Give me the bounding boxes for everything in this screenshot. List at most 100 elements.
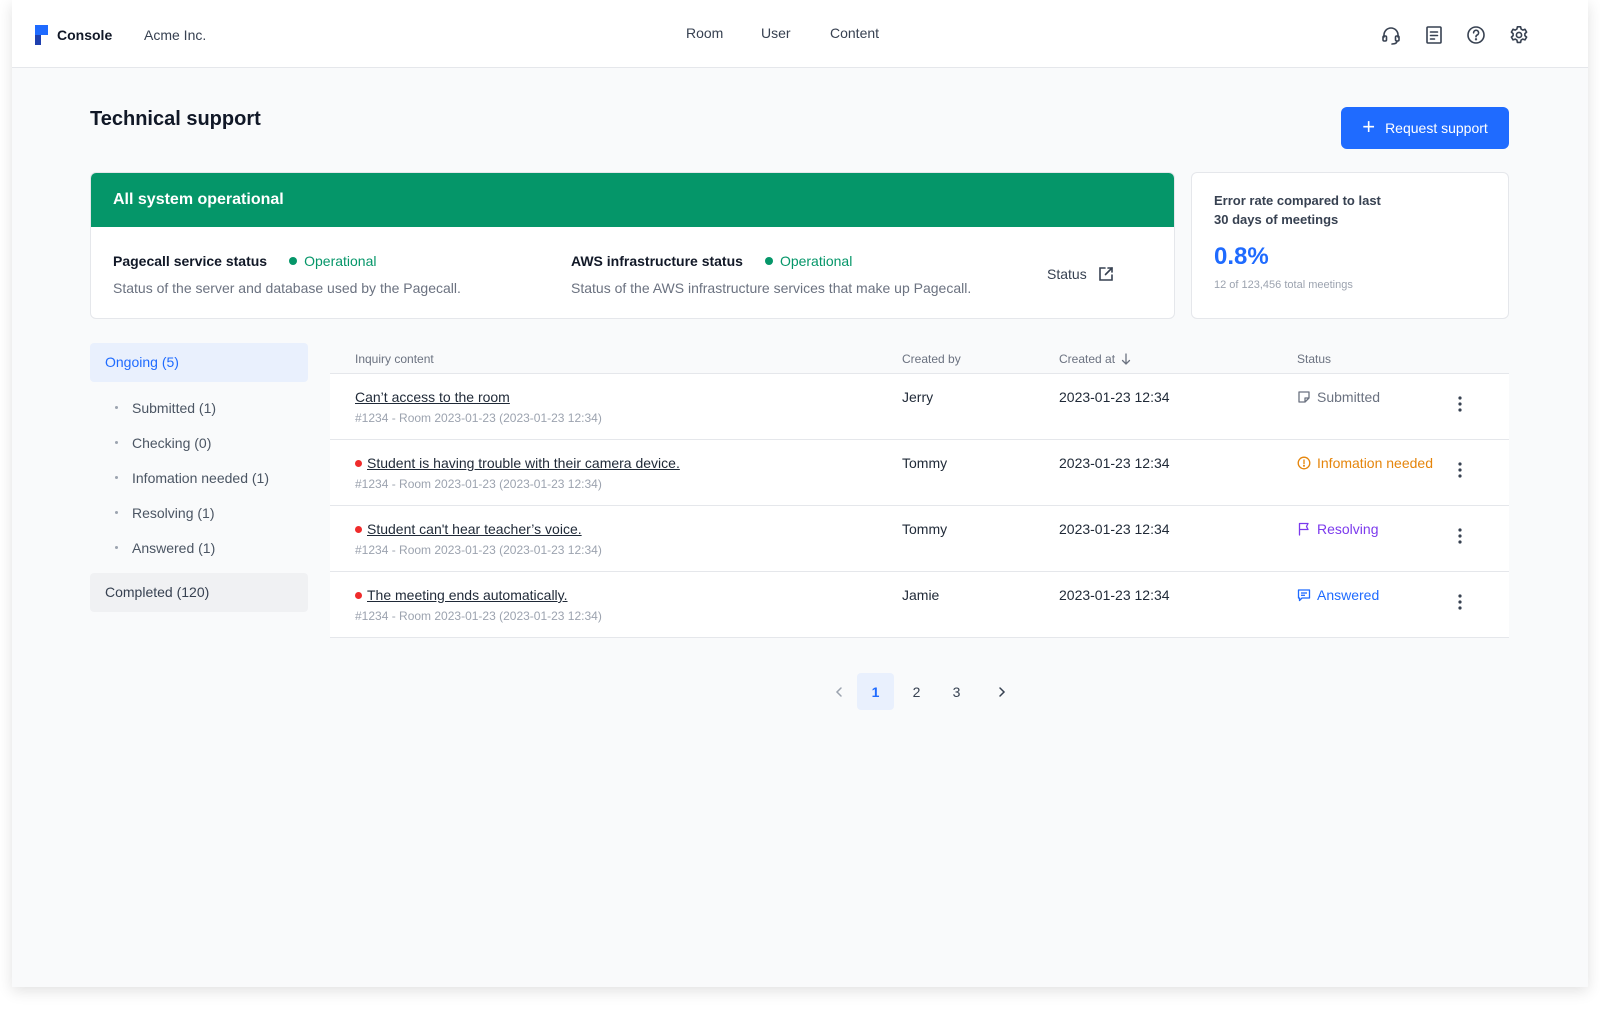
service-description: Status of the server and database used b…: [113, 280, 461, 296]
bullet-icon: [115, 476, 118, 479]
status-link-label: Status: [1047, 266, 1087, 282]
filter-item-label: Submitted (1): [132, 399, 217, 416]
created-by: Tommy: [902, 521, 948, 537]
service-status-aws: AWS infrastructure status Operational St…: [571, 253, 971, 296]
table-row: The meeting ends automatically. #1234 - …: [330, 572, 1509, 638]
inquiry-title-link[interactable]: The meeting ends automatically.: [355, 587, 568, 603]
inquiry-title-link[interactable]: Can’t access to the room: [355, 389, 510, 405]
headset-icon[interactable]: [1380, 24, 1402, 46]
column-header-created-at[interactable]: Created at: [1059, 352, 1131, 366]
inquiry-title-link[interactable]: Student can't hear teacher’s voice.: [355, 521, 582, 537]
document-icon[interactable]: [1423, 24, 1445, 46]
status-badge: Infomation needed: [1297, 455, 1433, 471]
status-badge: Submitted: [1297, 389, 1380, 405]
more-options-icon[interactable]: [1450, 592, 1470, 612]
service-title: AWS infrastructure status: [571, 253, 743, 269]
created-at: 2023-01-23 12:34: [1059, 455, 1170, 471]
inquiry-meta: #1234 - Room 2023-01-23 (2023-01-23 12:3…: [355, 411, 602, 425]
column-header-content: Inquiry content: [355, 352, 434, 366]
page-button-3[interactable]: 3: [938, 673, 975, 710]
bullet-icon: [115, 441, 118, 444]
filter-item-label: Resolving (1): [132, 504, 215, 521]
unread-dot-icon: [355, 591, 362, 599]
status-label: Answered: [1317, 587, 1380, 603]
filter-ongoing-list: Submitted (1) Checking (0) Infomation ne…: [90, 382, 308, 573]
filter-item-checking[interactable]: Checking (0): [115, 425, 308, 460]
page-title: Technical support: [90, 108, 261, 130]
nav-item-content[interactable]: Content: [830, 25, 879, 41]
error-rate-value: 0.8%: [1214, 243, 1269, 270]
filter-ongoing[interactable]: Ongoing (5): [90, 343, 308, 382]
more-options-icon[interactable]: [1450, 460, 1470, 480]
table-row: Student is having trouble with their cam…: [330, 440, 1509, 506]
filter-completed[interactable]: Completed (120): [90, 573, 308, 612]
main-nav: Room User Content: [12, 25, 1588, 45]
bullet-icon: [115, 546, 118, 549]
created-by: Jamie: [902, 587, 940, 603]
more-options-icon[interactable]: [1450, 394, 1470, 414]
created-at: 2023-01-23 12:34: [1059, 521, 1170, 537]
status-dot-icon: [764, 257, 773, 265]
inquiry-title: Student can't hear teacher’s voice.: [367, 521, 582, 537]
status-label: Infomation needed: [1317, 455, 1433, 471]
top-bar: Console Acme Inc. Room User Content: [12, 0, 1588, 68]
status-label: Submitted: [1317, 389, 1381, 405]
status-dot-icon: [289, 257, 298, 265]
filter-item-submitted[interactable]: Submitted (1): [115, 390, 308, 425]
service-title: Pagecall service status: [113, 253, 268, 269]
note-icon: [1298, 391, 1310, 403]
inquiry-meta: #1234 - Room 2023-01-23 (2023-01-23 12:3…: [355, 477, 602, 491]
bullet-icon: [115, 406, 118, 409]
created-at: 2023-01-23 12:34: [1059, 587, 1170, 603]
filter-item-resolving[interactable]: Resolving (1): [115, 495, 308, 530]
error-rate-subtitle: 12 of 123,456 total meetings: [1214, 279, 1353, 291]
filter-item-information-needed[interactable]: Infomation needed (1): [115, 460, 308, 495]
gear-icon[interactable]: [1508, 24, 1530, 46]
status-badge: Operational: [289, 253, 377, 269]
table-row: Can’t access to the room #1234 - Room 20…: [330, 374, 1509, 440]
next-page-button[interactable]: [983, 673, 1020, 710]
page-button-1[interactable]: 1: [857, 673, 894, 710]
unread-dot-icon: [355, 525, 362, 533]
system-status-card: All system operational Pagecall service …: [90, 172, 1175, 319]
created-by: Tommy: [902, 455, 948, 471]
inquiry-title: Student is having trouble with their cam…: [367, 455, 680, 471]
filter-item-answered[interactable]: Answered (1): [115, 530, 308, 565]
nav-item-user[interactable]: User: [761, 25, 791, 41]
page-button-2[interactable]: 2: [898, 673, 935, 710]
inquiry-meta: #1234 - Room 2023-01-23 (2023-01-23 12:3…: [355, 609, 602, 623]
table-row: Student can't hear teacher’s voice. #123…: [330, 506, 1509, 572]
chevron-right-icon: [998, 686, 1005, 697]
message-icon: [1297, 589, 1311, 602]
status-banner: All system operational: [91, 173, 1174, 227]
service-status-pagecall: Pagecall service status Operational Stat…: [113, 253, 461, 296]
prev-page-button[interactable]: [820, 673, 857, 710]
service-description: Status of the AWS infrastructure service…: [571, 280, 972, 296]
table-header: Inquiry content Created by Created at St…: [330, 343, 1509, 374]
inquiry-title: Can’t access to the room: [355, 389, 510, 405]
error-rate-card: Error rate compared to last 30 days of m…: [1191, 172, 1509, 319]
sort-down-icon: [1121, 353, 1131, 365]
inquiry-meta: #1234 - Room 2023-01-23 (2023-01-23 12:3…: [355, 543, 602, 557]
status-label: Operational: [304, 253, 377, 269]
status-badge: Operational: [764, 253, 852, 269]
nav-item-room[interactable]: Room: [686, 25, 723, 41]
error-rate-title: Error rate compared to last 30 days of m…: [1214, 193, 1381, 227]
request-support-button[interactable]: + Request support: [1341, 107, 1509, 149]
inquiry-table: Inquiry content Created by Created at St…: [330, 343, 1509, 638]
column-header-label: Created at: [1059, 352, 1116, 366]
bullet-icon: [115, 511, 118, 514]
created-by: Jerry: [902, 389, 934, 405]
inquiry-title-link[interactable]: Student is having trouble with their cam…: [355, 455, 680, 471]
status-label: Resolving: [1317, 521, 1379, 537]
filter-item-label: Infomation needed (1): [132, 469, 269, 486]
status-page-link[interactable]: Status: [1047, 265, 1115, 283]
unread-dot-icon: [355, 459, 362, 467]
filter-item-label: Checking (0): [132, 434, 212, 451]
plus-icon: +: [1362, 114, 1376, 139]
more-options-icon[interactable]: [1450, 526, 1470, 546]
help-icon[interactable]: [1465, 24, 1487, 46]
external-link-icon: [1098, 267, 1113, 281]
inquiry-title: The meeting ends automatically.: [367, 587, 568, 603]
status-filter-sidebar: Ongoing (5) Submitted (1) Checking (0) I…: [90, 343, 308, 612]
